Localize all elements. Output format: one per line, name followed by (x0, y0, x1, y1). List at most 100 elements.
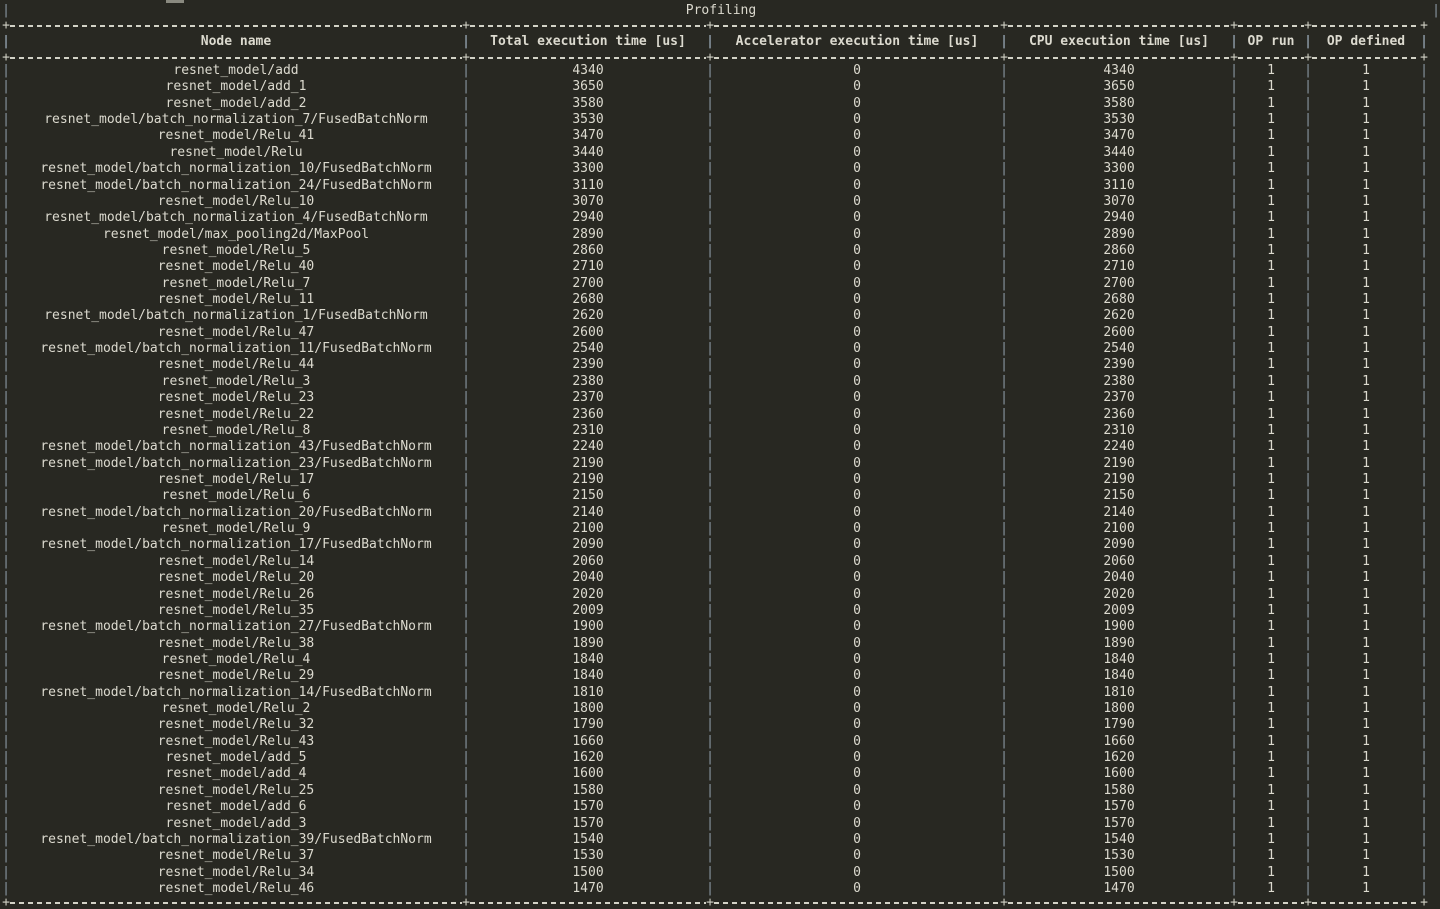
column-separator: | (1304, 276, 1312, 292)
column-separator: | (706, 292, 714, 308)
table-cell: resnet_model/max_pooling2d/MaxPool (10, 227, 462, 243)
column-separator: | (1000, 390, 1008, 406)
table-row: |resnet_model/Relu_14|2060|0|2060|1|1| (2, 554, 1440, 570)
table-cell: 2190 (1008, 456, 1230, 472)
table-cell: 1 (1238, 112, 1304, 128)
table-cell: 3650 (1008, 79, 1230, 95)
column-separator: | (1304, 210, 1312, 226)
table-cell: 2240 (470, 439, 706, 455)
column-separator: | (1420, 79, 1428, 95)
table-cell: 1 (1312, 488, 1420, 504)
table-cell: 2940 (1008, 210, 1230, 226)
table-cell: 3110 (1008, 178, 1230, 194)
table-cell: 0 (714, 537, 1000, 553)
column-separator: | (706, 652, 714, 668)
table-cell: 0 (714, 881, 1000, 897)
column-separator: | (1420, 194, 1428, 210)
table-cell: resnet_model/Relu_17 (10, 472, 462, 488)
column-separator: | (1230, 357, 1238, 373)
column-separator: | (2, 456, 10, 472)
column-separator: | (1000, 63, 1008, 79)
column-separator: | (1420, 112, 1428, 128)
column-separator: | (462, 816, 470, 832)
table-left-border: | (2, 3, 10, 18)
border-dash (1238, 52, 1304, 63)
column-separator: | (1304, 128, 1312, 144)
table-cell: 0 (714, 96, 1000, 112)
column-separator: | (462, 439, 470, 455)
table-cell: 3470 (470, 128, 706, 144)
table-cell: 1 (1312, 750, 1420, 766)
table-cell: 2540 (470, 341, 706, 357)
table-cell: 2240 (1008, 439, 1230, 455)
column-separator: | (1230, 783, 1238, 799)
column-separator: | (1304, 505, 1312, 521)
column-separator: | (706, 816, 714, 832)
table-row: |resnet_model/add_5|1620|0|1620|1|1| (2, 750, 1440, 766)
table-row: |resnet_model/batch_normalization_1/Fuse… (2, 308, 1440, 324)
column-separator: | (1420, 685, 1428, 701)
column-separator: | (1000, 832, 1008, 848)
column-separator: | (706, 423, 714, 439)
table-cell: 1660 (470, 734, 706, 750)
column-separator: | (1304, 227, 1312, 243)
border-dash (714, 20, 1000, 31)
table-row: |resnet_model/Relu_35|2009|0|2009|1|1| (2, 603, 1440, 619)
table-cell: 1 (1312, 63, 1420, 79)
table-cell: resnet_model/Relu_32 (10, 717, 462, 733)
column-separator: | (462, 227, 470, 243)
table-cell: 1 (1238, 128, 1304, 144)
table-cell: 0 (714, 750, 1000, 766)
column-separator: | (1304, 652, 1312, 668)
column-separator: | (462, 799, 470, 815)
column-separator: | (2, 717, 10, 733)
table-row: |resnet_model/batch_normalization_7/Fuse… (2, 112, 1440, 128)
column-separator: | (2, 652, 10, 668)
table-row: |resnet_model/Relu_38|1890|0|1890|1|1| (2, 636, 1440, 652)
table-cell: 4340 (470, 63, 706, 79)
table-cell: 1810 (470, 685, 706, 701)
column-separator: | (1420, 423, 1428, 439)
column-separator: | (1420, 619, 1428, 635)
border-plus: + (1230, 52, 1238, 63)
column-separator: | (706, 259, 714, 275)
column-separator: | (462, 701, 470, 717)
column-separator: | (1230, 210, 1238, 226)
table-cell: 1 (1312, 865, 1420, 881)
table-cell: 2710 (1008, 259, 1230, 275)
table-cell: 2890 (470, 227, 706, 243)
table-cell: 2310 (470, 423, 706, 439)
column-separator: | (462, 308, 470, 324)
table-cell: 1 (1312, 128, 1420, 144)
column-separator: | (1000, 407, 1008, 423)
table-cell: 0 (714, 112, 1000, 128)
column-separator: | (462, 178, 470, 194)
border-plus: + (1420, 52, 1428, 63)
column-separator: | (1000, 848, 1008, 864)
column-separator: | (706, 472, 714, 488)
column-separator: | (706, 357, 714, 373)
table-row: |resnet_model/Relu_34|1500|0|1500|1|1| (2, 865, 1440, 881)
column-separator: | (1230, 701, 1238, 717)
column-separator: | (1000, 668, 1008, 684)
column-separator: | (706, 374, 714, 390)
border-dash (10, 897, 462, 908)
column-separator: | (462, 750, 470, 766)
column-separator: | (1420, 456, 1428, 472)
column-separator: | (1230, 636, 1238, 652)
table-cell: 1 (1238, 570, 1304, 586)
column-separator: | (1230, 423, 1238, 439)
column-separator: | (1230, 292, 1238, 308)
table-cell: 1 (1312, 259, 1420, 275)
column-separator: | (462, 554, 470, 570)
table-cell: 1 (1238, 178, 1304, 194)
table-cell: 3650 (470, 79, 706, 95)
table-cell: 0 (714, 259, 1000, 275)
column-separator: | (2, 178, 10, 194)
table-cell: 0 (714, 292, 1000, 308)
column-separator: | (1420, 636, 1428, 652)
table-cell: resnet_model/Relu_3 (10, 374, 462, 390)
column-separator: | (2, 521, 10, 537)
column-separator: | (1420, 161, 1428, 177)
column-separator: | (706, 701, 714, 717)
